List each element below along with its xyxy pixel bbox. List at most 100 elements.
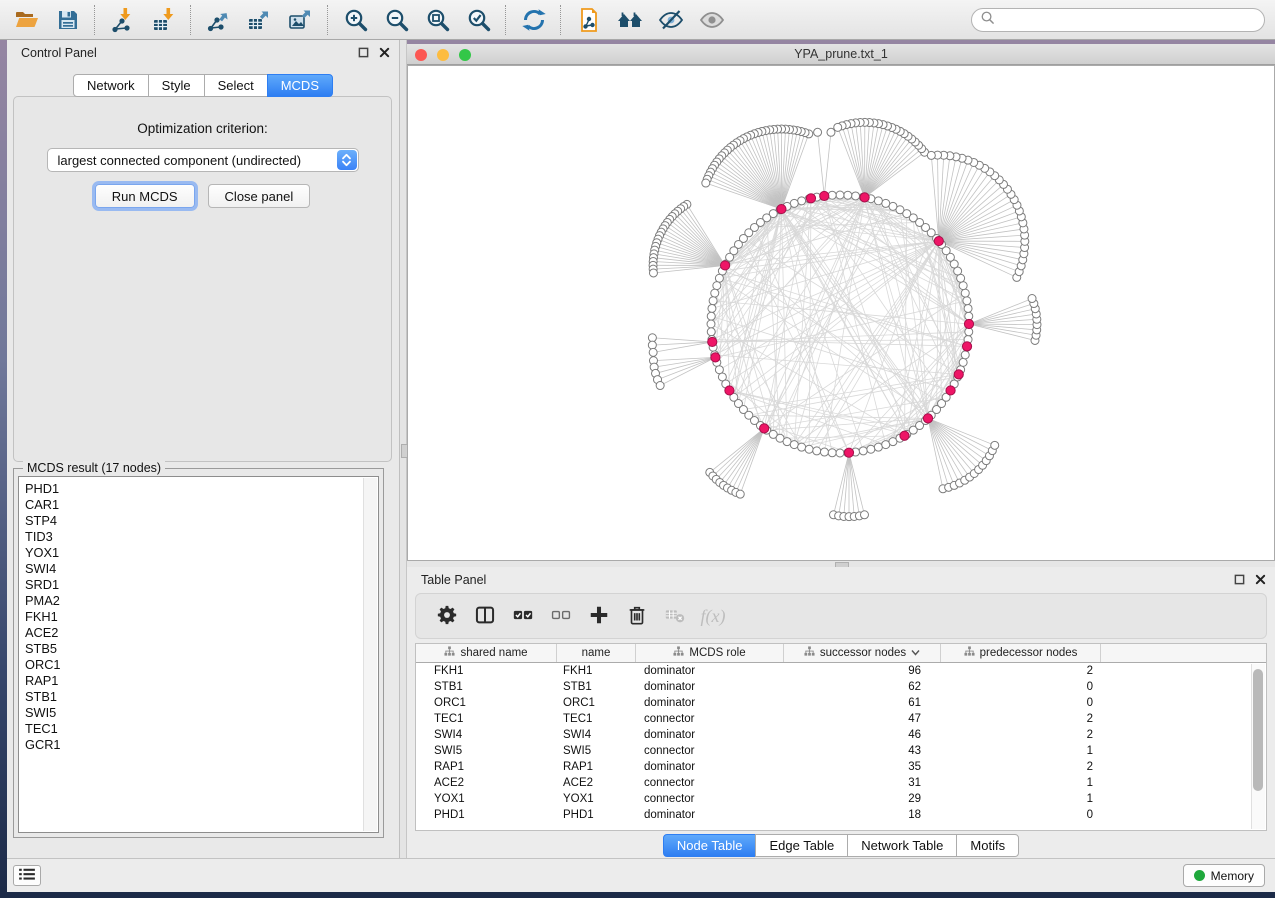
table-cell[interactable]: connector xyxy=(636,777,784,789)
close-table-panel-icon[interactable] xyxy=(1254,573,1267,586)
mcds-result-item[interactable]: SRD1 xyxy=(25,577,378,593)
table-cell[interactable]: 2 xyxy=(941,713,1101,725)
mcds-result-item[interactable]: STP4 xyxy=(25,513,378,529)
ring-node[interactable] xyxy=(961,289,969,297)
tab-network-table[interactable]: Network Table xyxy=(847,834,957,857)
table-row[interactable]: PHD1PHD1dominator180 xyxy=(416,807,1266,823)
show-all-button[interactable] xyxy=(691,3,732,37)
table-cell[interactable]: SWI4 xyxy=(557,729,636,741)
memory-button[interactable]: Memory xyxy=(1183,864,1265,887)
table-cell[interactable]: STB1 xyxy=(557,681,636,693)
table-cell[interactable]: 29 xyxy=(784,793,941,805)
mcds-result-item[interactable]: GCR1 xyxy=(25,737,378,753)
mcds-node[interactable] xyxy=(777,204,786,213)
table-scrollbar-thumb[interactable] xyxy=(1253,669,1263,791)
ring-node[interactable] xyxy=(798,443,806,451)
mcds-node[interactable] xyxy=(900,431,909,440)
network-graph[interactable] xyxy=(408,66,1274,560)
ring-node[interactable] xyxy=(790,441,798,449)
ring-node[interactable] xyxy=(963,297,971,305)
zoom-fit-button[interactable] xyxy=(417,3,458,37)
import-table-button[interactable] xyxy=(143,3,184,37)
ring-node[interactable] xyxy=(707,328,715,336)
ring-node[interactable] xyxy=(828,191,836,199)
mcds-result-item[interactable]: SWI5 xyxy=(25,705,378,721)
ring-node[interactable] xyxy=(844,191,852,199)
mcds-result-item[interactable]: YOX1 xyxy=(25,545,378,561)
table-cell[interactable]: 61 xyxy=(784,697,941,709)
ring-node[interactable] xyxy=(959,358,967,366)
mcds-node[interactable] xyxy=(964,319,973,328)
mcds-list-scrollbar[interactable] xyxy=(363,478,377,831)
import-network-button[interactable] xyxy=(102,3,143,37)
table-cell[interactable]: FKH1 xyxy=(416,665,557,677)
table-cell[interactable]: PHD1 xyxy=(416,809,557,821)
search-input[interactable] xyxy=(971,8,1265,32)
mcds-result-item[interactable]: STB1 xyxy=(25,689,378,705)
table-row[interactable]: YOX1YOX1connector291 xyxy=(416,791,1266,807)
ring-node[interactable] xyxy=(859,447,867,455)
table-cell[interactable]: 2 xyxy=(941,729,1101,741)
table-row[interactable]: TEC1TEC1connector472 xyxy=(416,711,1266,727)
ring-node[interactable] xyxy=(805,445,813,453)
run-mcds-button[interactable]: Run MCDS xyxy=(95,184,195,208)
mcds-node[interactable] xyxy=(946,386,955,395)
tab-motifs[interactable]: Motifs xyxy=(956,834,1019,857)
table-cell[interactable]: 31 xyxy=(784,777,941,789)
table-cell[interactable]: 2 xyxy=(941,761,1101,773)
ring-node[interactable] xyxy=(709,297,717,305)
table-row[interactable]: SWI4SWI4dominator462 xyxy=(416,727,1266,743)
table-cell[interactable]: YOX1 xyxy=(416,793,557,805)
table-cell[interactable]: FKH1 xyxy=(557,665,636,677)
leaf-node[interactable] xyxy=(814,128,822,136)
ring-node[interactable] xyxy=(874,443,882,451)
mcds-node[interactable] xyxy=(954,370,963,379)
table-cell[interactable]: ACE2 xyxy=(416,777,557,789)
table-row[interactable]: STB1STB1dominator620 xyxy=(416,679,1266,695)
ring-node[interactable] xyxy=(836,449,844,457)
leaf-node[interactable] xyxy=(702,179,710,187)
save-session-button[interactable] xyxy=(47,3,88,37)
tab-style[interactable]: Style xyxy=(148,74,205,97)
table-row[interactable]: FKH1FKH1dominator962 xyxy=(416,663,1266,679)
criterion-select[interactable]: largest connected component (undirected) xyxy=(47,148,359,172)
ring-node[interactable] xyxy=(820,448,828,456)
leaf-node[interactable] xyxy=(656,382,664,390)
ring-node[interactable] xyxy=(882,199,890,207)
ring-node[interactable] xyxy=(867,445,875,453)
zoom-selected-button[interactable] xyxy=(458,3,499,37)
deselect-all-button[interactable] xyxy=(542,598,580,634)
mcds-result-item[interactable]: RAP1 xyxy=(25,673,378,689)
mcds-node[interactable] xyxy=(860,193,869,202)
mcds-node[interactable] xyxy=(844,448,853,457)
table-cell[interactable]: connector xyxy=(636,745,784,757)
column-header-predecessor-nodes[interactable]: predecessor nodes xyxy=(941,644,1101,662)
export-image-button[interactable] xyxy=(280,3,321,37)
table-row[interactable]: ACE2ACE2connector311 xyxy=(416,775,1266,791)
leaf-node[interactable] xyxy=(1028,295,1036,303)
leaf-node[interactable] xyxy=(736,490,744,498)
ring-node[interactable] xyxy=(708,304,716,312)
mcds-node[interactable] xyxy=(760,424,769,433)
table-cell[interactable]: ORC1 xyxy=(557,697,636,709)
table-cell[interactable]: 0 xyxy=(941,681,1101,693)
mcds-node[interactable] xyxy=(711,353,720,362)
column-header-MCDS-role[interactable]: MCDS role xyxy=(636,644,784,662)
close-panel-icon[interactable] xyxy=(378,46,391,59)
table-cell[interactable]: dominator xyxy=(636,681,784,693)
table-cell[interactable]: 46 xyxy=(784,729,941,741)
open-file-button[interactable] xyxy=(6,3,47,37)
new-network-from-selection-button[interactable] xyxy=(568,3,609,37)
ring-node[interactable] xyxy=(813,447,821,455)
leaf-node[interactable] xyxy=(648,334,656,342)
search-text-field[interactable] xyxy=(1000,12,1264,28)
table-cell[interactable]: 47 xyxy=(784,713,941,725)
table-row[interactable]: ORC1ORC1dominator610 xyxy=(416,695,1266,711)
ring-node[interactable] xyxy=(798,197,806,205)
mcds-node[interactable] xyxy=(923,414,932,423)
tab-node-table[interactable]: Node Table xyxy=(663,834,757,857)
leaf-node[interactable] xyxy=(927,151,935,159)
add-row-button[interactable] xyxy=(580,598,618,634)
table-cell[interactable]: dominator xyxy=(636,665,784,677)
tab-mcds[interactable]: MCDS xyxy=(267,74,333,97)
